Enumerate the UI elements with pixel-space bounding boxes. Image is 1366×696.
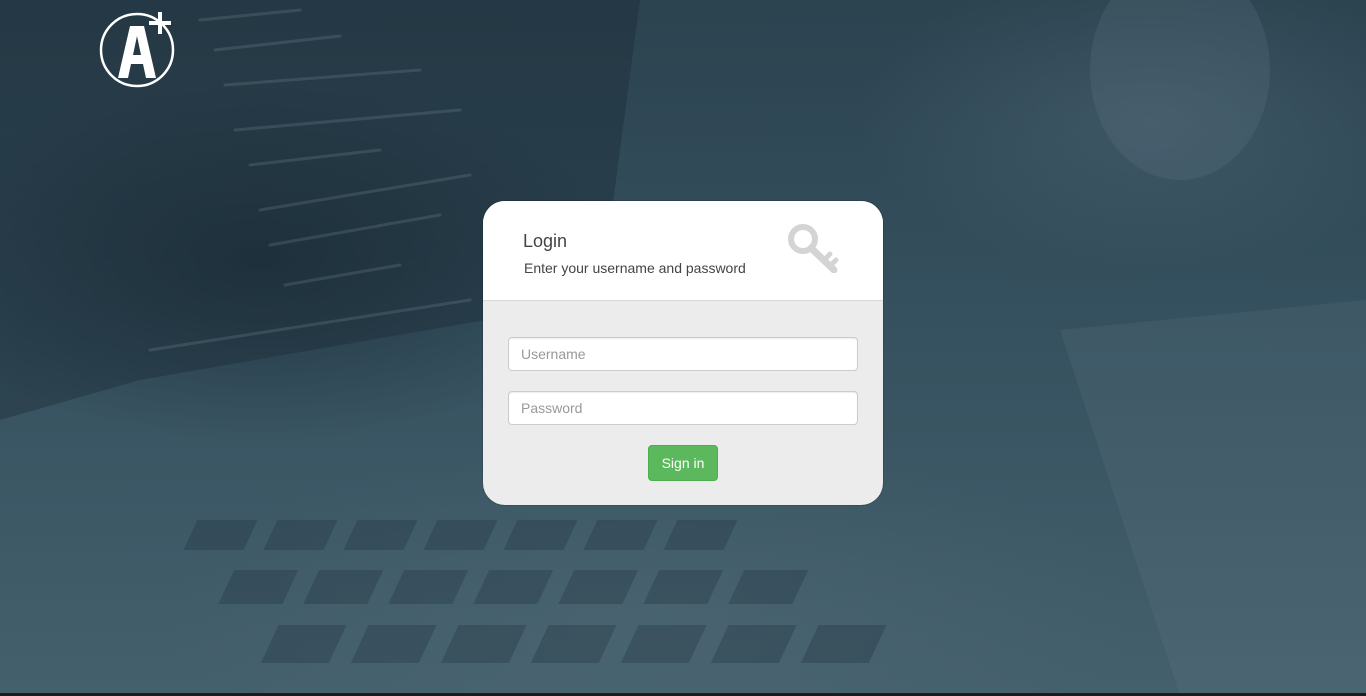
sign-in-button[interactable]: Sign in (648, 445, 718, 481)
password-input[interactable] (508, 391, 858, 425)
key-icon (788, 223, 842, 274)
login-panel-header: Login Enter your username and password (483, 201, 883, 301)
username-input[interactable] (508, 337, 858, 371)
login-panel: Login Enter your username and password S… (483, 201, 883, 505)
login-title: Login (523, 231, 568, 251)
a-plus-logo-icon[interactable] (98, 6, 178, 88)
login-subtitle: Enter your username and password (524, 260, 746, 276)
login-panel-body: Sign in (483, 301, 883, 504)
